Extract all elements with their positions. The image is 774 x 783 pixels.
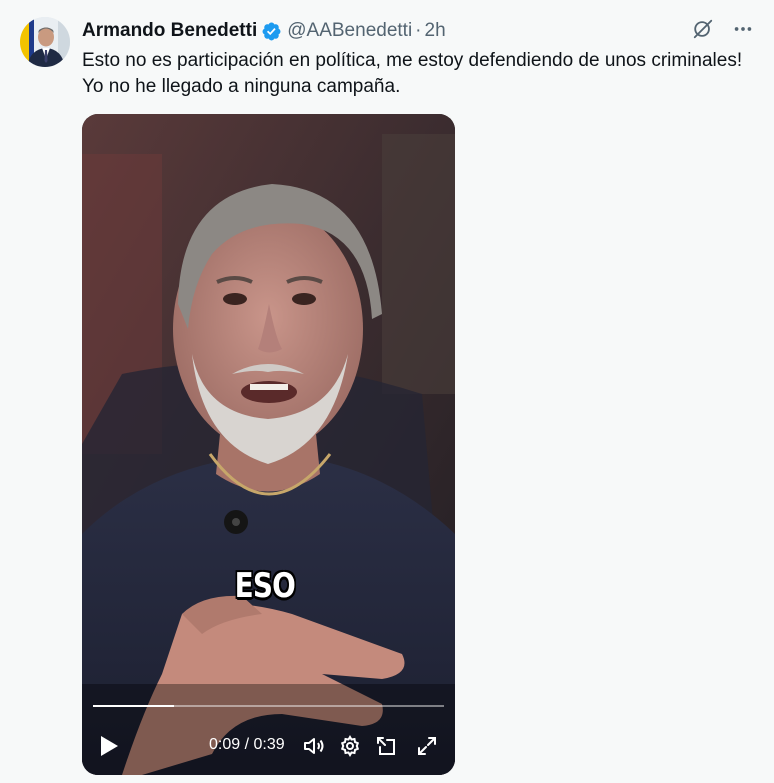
verified-badge-icon [261, 21, 282, 42]
video-timecode: 0:09 / 0:39 [209, 736, 285, 754]
tweet-text-line-2: Yo no he llegado a ninguna campaña. [82, 76, 401, 97]
tweet-actions-top [690, 16, 756, 42]
video-current-time: 0:09 [209, 736, 241, 753]
volume-icon[interactable] [302, 734, 326, 758]
video-player[interactable]: ESO 0:09 / 0:39 [82, 114, 455, 775]
tweet-timestamp[interactable]: 2h [425, 20, 446, 42]
fullscreen-icon[interactable] [415, 734, 439, 758]
header-separator: · [415, 20, 422, 41]
avatar[interactable] [20, 17, 70, 67]
picture-in-picture-icon[interactable] [374, 734, 398, 758]
video-progress-fill [93, 705, 175, 707]
settings-icon[interactable] [338, 734, 362, 758]
tweet-text: Esto no es participación en política, me… [82, 48, 762, 100]
tweet[interactable]: Armando Benedetti @AABenedetti · 2h Esto… [0, 0, 774, 783]
more-options-icon[interactable] [730, 16, 756, 42]
video-controls: 0:09 / 0:39 [82, 726, 455, 766]
author-name[interactable]: Armando Benedetti [82, 20, 257, 42]
video-frame [82, 114, 455, 775]
author-handle[interactable]: @AABenedetti [287, 20, 412, 42]
video-progress-bar[interactable] [93, 705, 444, 707]
tweet-header: Armando Benedetti @AABenedetti · 2h [82, 18, 446, 44]
play-icon[interactable] [98, 734, 120, 763]
grok-icon[interactable] [690, 16, 716, 42]
video-caption: ESO [234, 566, 296, 606]
video-duration: 0:39 [253, 736, 285, 753]
video-time-separator: / [240, 736, 254, 753]
tweet-text-line-1: Esto no es participación en política, me… [82, 50, 743, 71]
